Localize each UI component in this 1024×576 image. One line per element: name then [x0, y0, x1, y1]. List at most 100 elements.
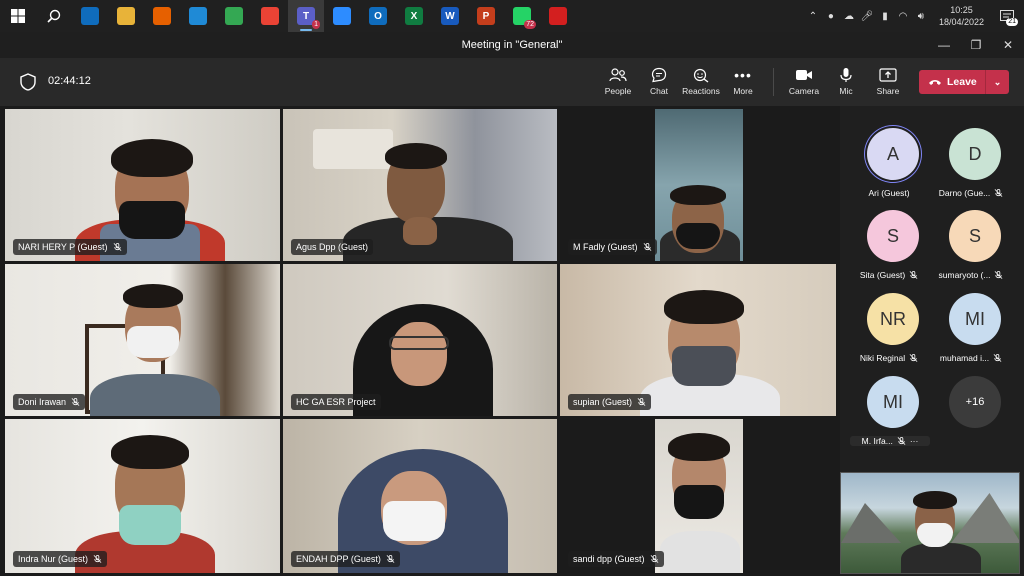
video-tile[interactable]: Indra Nur (Guest) [5, 419, 280, 573]
participant-name-tag: Doni Irawan [13, 394, 86, 410]
word-icon[interactable]: W [432, 0, 468, 32]
excel-icon[interactable]: X [396, 0, 432, 32]
gallery-participant[interactable]: S sumaryoto (... [928, 210, 1014, 292]
mic-button[interactable]: Mic [824, 66, 868, 102]
system-tray: ⌃ ● ☁ 🎤︎ ▮ ◠ 🔊︎ 10:25 18/04/2022 21 [807, 0, 1024, 32]
people-button[interactable]: People [596, 66, 640, 102]
chat-icon [651, 67, 667, 83]
antivirus-icon[interactable]: ● [825, 10, 837, 22]
edge-icon[interactable] [180, 0, 216, 32]
participant-name: HC GA ESR Project [296, 397, 376, 407]
gallery-participant[interactable]: MI muhamad i... [928, 293, 1014, 375]
reactions-button[interactable]: Reactions [679, 66, 723, 102]
chat-button[interactable]: Chat [637, 66, 681, 102]
avatar: MI [949, 293, 1001, 345]
firefox-icon[interactable] [144, 0, 180, 32]
gallery-participant[interactable]: NR Niki Reginal [846, 293, 932, 375]
mic-off-icon [643, 242, 651, 251]
mic-off-icon [897, 436, 906, 445]
powerpoint-icon[interactable]: P [468, 0, 504, 32]
video-tile[interactable]: NARI HERY P (Guest) [5, 109, 280, 261]
gallery-participant[interactable]: S Sita (Guest) [846, 210, 932, 292]
video-tile[interactable]: HC GA ESR Project [283, 264, 557, 416]
leave-main[interactable]: Leave [919, 76, 985, 88]
participant-name: supian (Guest) [573, 397, 633, 407]
people-icon [609, 68, 627, 82]
avatar-name: Darno (Gue... [938, 188, 991, 198]
mail-icon[interactable] [72, 0, 108, 32]
word-glyph: W [441, 7, 459, 25]
mic-off-icon [637, 397, 646, 406]
avatar-name: Niki Reginal [859, 353, 906, 363]
whatsapp-icon[interactable]: 72 [504, 0, 540, 32]
mic-off-icon [93, 554, 102, 563]
outlook-icon[interactable]: O [360, 0, 396, 32]
gallery-participant[interactable]: D Darno (Gue... [928, 128, 1014, 210]
cloud-icon[interactable]: ☁ [843, 10, 855, 22]
chrome-alt-icon[interactable] [252, 0, 288, 32]
acrobat-icon[interactable] [540, 0, 576, 32]
people-label: People [604, 86, 632, 96]
leave-button[interactable]: Leave ⌄ [919, 70, 1009, 94]
maximize-button[interactable]: ❐ [960, 32, 992, 58]
hang-up-icon [929, 80, 941, 85]
chevron-up-icon[interactable]: ⌃ [807, 10, 819, 22]
more-button[interactable]: ••• More [721, 66, 765, 102]
camera-button[interactable]: Camera [782, 66, 826, 102]
edge-glyph [189, 7, 207, 25]
avatar-name-row: muhamad i... [928, 353, 1014, 363]
avatar-name-row: sumaryoto (... [928, 270, 1014, 280]
avatar-name: M. Irfa... [861, 436, 893, 446]
avatar: A [867, 128, 919, 180]
zoom-glyph [333, 7, 351, 25]
chrome-icon[interactable] [216, 0, 252, 32]
participant-name: NARI HERY P (Guest) [18, 242, 108, 252]
toolbar-divider [773, 68, 774, 96]
video-tile[interactable]: M Fadly (Guest) [560, 109, 836, 261]
video-tile[interactable]: Doni Irawan [5, 264, 280, 416]
zoom-icon[interactable] [324, 0, 360, 32]
chrome-alt-glyph [261, 7, 279, 25]
share-icon [879, 68, 897, 82]
avatar: MI [867, 376, 919, 428]
mic-off-icon [993, 353, 1002, 362]
gallery-participant[interactable]: A Ari (Guest) [846, 128, 932, 210]
participant-name: Doni Irawan [18, 397, 67, 407]
more-options-icon[interactable]: ··· [910, 436, 919, 446]
windows-start-icon[interactable] [0, 0, 36, 32]
more-participants-button[interactable]: +16 [928, 376, 1014, 458]
video-tile[interactable]: ENDAH DPP (Guest) [283, 419, 557, 573]
teams-icon[interactable]: T1 [288, 0, 324, 32]
wifi-icon[interactable]: ◠ [897, 10, 909, 22]
notification-center-button[interactable]: 21 [996, 6, 1018, 26]
clock-time: 10:25 [950, 5, 973, 15]
search-icon[interactable] [36, 0, 72, 32]
video-tile[interactable]: sandi dpp (Guest) [560, 419, 836, 573]
avatar-name-row: Darno (Gue... [928, 188, 1014, 198]
minimize-button[interactable]: — [928, 32, 960, 58]
microphone-icon[interactable]: 🎤︎ [861, 10, 874, 22]
participant-name: ENDAH DPP (Guest) [296, 554, 381, 564]
volume-icon[interactable]: 🔊︎ [915, 10, 927, 22]
chevron-down-icon[interactable]: ⌄ [986, 77, 1009, 88]
share-button[interactable]: Share [866, 66, 910, 102]
video-tile[interactable]: supian (Guest) [560, 264, 836, 416]
self-view-video[interactable] [840, 472, 1020, 574]
system-clock[interactable]: 10:25 18/04/2022 [939, 4, 984, 28]
participant-name: Agus Dpp (Guest) [296, 242, 369, 252]
file-explorer-icon[interactable] [108, 0, 144, 32]
camera-icon [796, 70, 812, 80]
shield-icon[interactable] [20, 73, 36, 91]
whatsapp-badge: 72 [524, 20, 536, 29]
close-button[interactable]: ✕ [992, 32, 1024, 58]
reactions-label: Reactions [682, 86, 720, 96]
mic-off-icon [994, 188, 1003, 197]
mic-off-icon [386, 554, 395, 563]
gallery-participant[interactable]: MI M. Irfa... ··· [846, 376, 932, 458]
meeting-toolbar: 02:44:12 People Chat Reactions ••• More … [0, 58, 1024, 106]
excel-glyph: X [405, 7, 423, 25]
video-tile-active-speaker[interactable]: Agus Dpp (Guest) [283, 109, 557, 261]
battery-icon[interactable]: ▮ [879, 10, 891, 22]
teams-badge: 1 [312, 20, 320, 29]
avatar-name-row: Niki Reginal [846, 353, 932, 363]
